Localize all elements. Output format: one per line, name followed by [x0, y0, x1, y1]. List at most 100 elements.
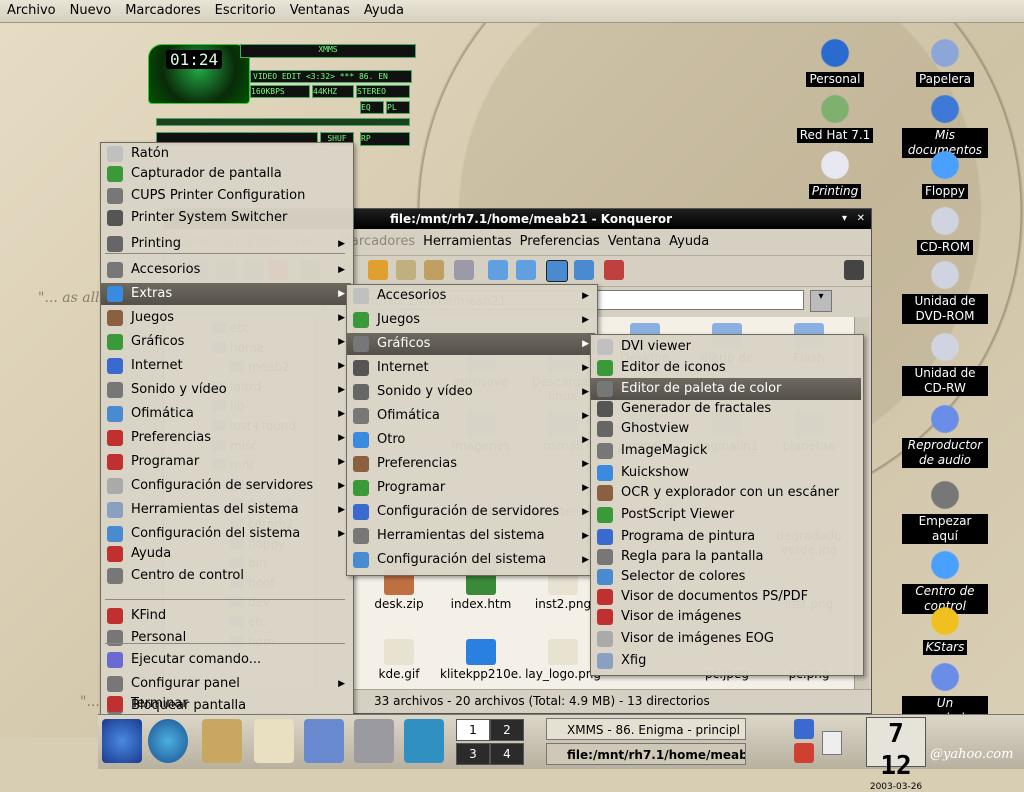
menu-item[interactable]: Printing ▶: [101, 233, 351, 255]
zoom-out-icon[interactable]: [516, 260, 536, 280]
view-mode-icon[interactable]: [604, 260, 624, 280]
pager-desktop-1[interactable]: 1: [456, 719, 490, 741]
desktop-icon-floppy[interactable]: Floppy: [902, 148, 988, 199]
desktop-icon-kstars[interactable]: KStars: [902, 604, 988, 655]
menu-item[interactable]: Visor de imágenes: [591, 606, 861, 628]
desktop-icon-unidad-de-cd-rw[interactable]: Unidad de CD-RW: [902, 330, 988, 396]
menu-item[interactable]: CUPS Printer Configuration: [101, 185, 351, 207]
desktop-icon-personal[interactable]: Personal: [792, 36, 878, 87]
writer-icon[interactable]: [254, 719, 294, 763]
panel-clock[interactable]: 7 12 2003-03-26: [866, 717, 926, 792]
menu-marcadores[interactable]: Marcadores: [118, 0, 207, 18]
konq-menu-8[interactable]: Ayuda: [665, 231, 713, 252]
menu-item[interactable]: Kuickshow: [591, 462, 861, 484]
desktop-icon-cd-rom[interactable]: CD-ROM: [902, 204, 988, 255]
xmms-eq-button[interactable]: EQ: [360, 101, 384, 114]
menu-item[interactable]: Xfig: [591, 650, 861, 672]
desktop-icon-printing[interactable]: Printing: [792, 148, 878, 199]
menu-item[interactable]: Herramientas del sistema ▶: [101, 499, 351, 521]
presentation-icon[interactable]: [354, 719, 394, 763]
file-item[interactable]: kde.gif: [358, 639, 440, 681]
menu-item[interactable]: Programar ▶: [347, 477, 595, 499]
menu-item[interactable]: Editor de paleta de color: [591, 378, 861, 400]
menu-item[interactable]: Sonido y vídeo ▶: [101, 379, 351, 401]
menu-archivo[interactable]: Archivo: [0, 0, 63, 18]
menu-item[interactable]: Printer System Switcher: [101, 207, 351, 229]
menu-item[interactable]: Configuración de servidores ▶: [101, 475, 351, 497]
logout-icon[interactable]: [794, 743, 814, 763]
menu-item[interactable]: Accesorios ▶: [101, 259, 351, 281]
menu-ayuda[interactable]: Ayuda: [357, 0, 411, 18]
menu-item[interactable]: Juegos ▶: [101, 307, 351, 329]
chevron-down-icon[interactable]: ▾: [810, 290, 832, 312]
menu-item[interactable]: Ofimática ▶: [347, 405, 595, 427]
menu-item[interactable]: Ejecutar comando...: [101, 649, 351, 671]
menu-item[interactable]: Gráficos ▶: [101, 331, 351, 353]
spreadsheet-icon[interactable]: [304, 719, 344, 763]
paste-icon[interactable]: [424, 260, 444, 280]
menu-item[interactable]: Selector de colores: [591, 566, 861, 588]
menu-item[interactable]: Programar ▶: [101, 451, 351, 473]
task-xmms[interactable]: XMMS - 86. Enigma - principl: [546, 718, 746, 740]
menu-item[interactable]: ImageMagick: [591, 440, 861, 462]
menu-item[interactable]: Terminar: [101, 693, 351, 715]
menu-item[interactable]: Juegos ▶: [347, 309, 595, 331]
home-folder-icon[interactable]: [202, 719, 242, 763]
xmms-player[interactable]: XMMS 01:24 VIDEO EDIT <3:32> *** 86. EN …: [148, 44, 418, 148]
menu-item[interactable]: Capturador de pantalla: [101, 163, 351, 185]
list-view-icon[interactable]: [574, 260, 594, 280]
klipper-icon[interactable]: [822, 731, 842, 755]
menu-item[interactable]: Configuración del sistema ▶: [101, 523, 351, 545]
copy-icon[interactable]: [396, 260, 416, 280]
desktop-icon-red-hat-7-1[interactable]: Red Hat 7.1: [792, 92, 878, 143]
menu-item[interactable]: Configurar panel ▶: [101, 673, 351, 695]
menu-item[interactable]: Ghostview: [591, 418, 861, 440]
menu-item[interactable]: Preferencias ▶: [347, 453, 595, 475]
menu-item[interactable]: Sonido y vídeo ▶: [347, 381, 595, 403]
pager-desktop-2[interactable]: 2: [490, 719, 524, 741]
pager-desktop-4[interactable]: 4: [490, 743, 524, 765]
kde-menu-button[interactable]: [102, 719, 142, 763]
menu-item[interactable]: OCR y explorador con un escáner: [591, 482, 861, 504]
menu-item[interactable]: Internet ▶: [101, 355, 351, 377]
menu-item[interactable]: Preferencias ▶: [101, 427, 351, 449]
menu-nuevo[interactable]: Nuevo: [63, 0, 119, 18]
xmms-repeat-button[interactable]: RP: [360, 132, 410, 146]
menu-item[interactable]: Ratón: [101, 143, 351, 165]
konq-menu-5[interactable]: Herramientas: [419, 231, 516, 252]
menu-item[interactable]: Extras ▶: [101, 283, 351, 305]
gear-icon[interactable]: [844, 260, 864, 280]
close-icon[interactable]: ✕: [857, 209, 865, 229]
menu-item[interactable]: Internet ▶: [347, 357, 595, 379]
menu-item[interactable]: Regla para la pantalla: [591, 546, 861, 568]
window-menu-icon[interactable]: ▾: [842, 209, 847, 229]
menu-ventanas[interactable]: Ventanas: [283, 0, 357, 18]
terminal-icon[interactable]: [404, 719, 444, 763]
xmms-titlebar[interactable]: XMMS: [240, 44, 416, 58]
menu-item[interactable]: Configuración del sistema ▶: [347, 549, 595, 571]
file-item[interactable]: klitekpp210e.: [440, 639, 522, 681]
desktop-icon-reproductor-de-audio[interactable]: Reproductor de audio: [902, 402, 988, 468]
menu-item[interactable]: Otro ▶: [347, 429, 595, 451]
cut-icon[interactable]: [368, 260, 388, 280]
menu-item[interactable]: Editor de iconos: [591, 357, 861, 379]
menu-item[interactable]: Gráficos ▶: [347, 333, 595, 355]
menu-item[interactable]: Accesorios ▶: [347, 285, 595, 307]
browser-icon[interactable]: [148, 719, 188, 763]
print-icon[interactable]: [454, 260, 474, 280]
menu-item[interactable]: Ayuda: [101, 543, 351, 565]
desktop-icon-unidad-de-dvd-rom[interactable]: Unidad de DVD-ROM: [902, 258, 988, 324]
menu-item[interactable]: Generador de fractales: [591, 398, 861, 420]
menu-item[interactable]: Visor de imágenes EOG: [591, 628, 861, 650]
menu-item[interactable]: Personal: [101, 627, 351, 649]
menu-escritorio[interactable]: Escritorio: [208, 0, 283, 18]
menu-item[interactable]: DVI viewer: [591, 336, 861, 358]
menu-item[interactable]: Configuración de servidores ▶: [347, 501, 595, 523]
desktop-icon-papelera[interactable]: Papelera: [902, 36, 988, 87]
icon-view-icon[interactable]: [546, 260, 568, 282]
zoom-in-icon[interactable]: [488, 260, 508, 280]
desktop-icon-empezar-aqu-[interactable]: Empezar aquí: [902, 478, 988, 544]
lock-icon[interactable]: [794, 719, 814, 739]
xmms-seek-bar[interactable]: [156, 118, 410, 126]
xmms-pl-button[interactable]: PL: [386, 101, 410, 114]
